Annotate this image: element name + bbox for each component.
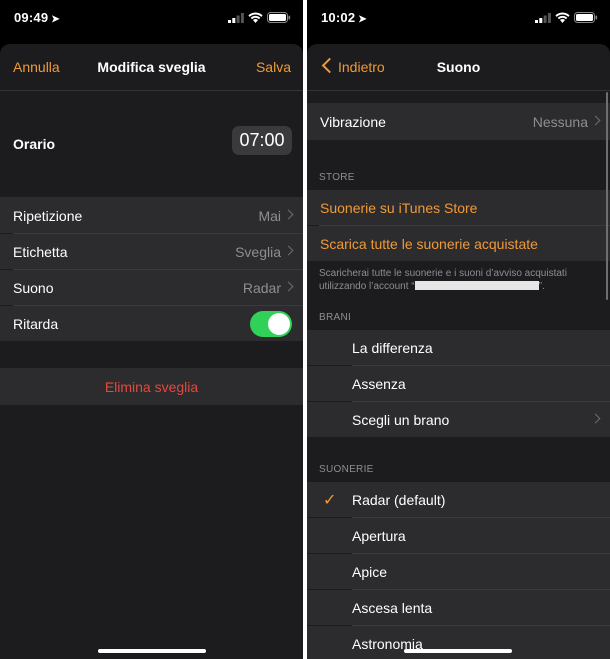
- ringtones-section-header: SUONERIE: [319, 464, 374, 475]
- battery-icon: [267, 12, 291, 23]
- snooze-toggle[interactable]: [250, 311, 292, 337]
- status-icons: [228, 12, 291, 23]
- footnote-line-2: utilizzando l’account “ ”.: [319, 280, 596, 293]
- battery-icon: [574, 12, 598, 23]
- ringtone-row[interactable]: Apice: [307, 554, 610, 589]
- repeat-label: Ripetizione: [13, 208, 83, 224]
- song-row[interactable]: La differenza: [307, 330, 610, 365]
- home-indicator: [98, 649, 206, 653]
- status-time: 09:49 ➤: [14, 10, 60, 25]
- repeat-row[interactable]: Ripetizione Mai: [0, 197, 303, 233]
- wifi-icon: [555, 12, 570, 23]
- label-row[interactable]: Etichetta Sveglia: [0, 234, 303, 269]
- nav-bar: Indietro Suono: [307, 44, 610, 91]
- chevron-right-icon: [283, 209, 294, 220]
- snooze-row: Ritarda: [0, 306, 303, 341]
- download-ringtones-row[interactable]: Scarica tutte le suonerie acquistate: [307, 226, 610, 261]
- song-label: La differenza: [352, 340, 433, 356]
- label-value: Sveglia: [235, 244, 281, 260]
- status-time: 10:02 ➤: [321, 10, 367, 25]
- status-bar: 10:02 ➤: [307, 0, 610, 40]
- chevron-right-icon: [283, 245, 294, 256]
- nav-bar: Annulla Modifica sveglia Salva: [0, 44, 303, 91]
- sound-row[interactable]: Suono Radar: [0, 270, 303, 305]
- download-ringtones-link[interactable]: Scarica tutte le suonerie acquistate: [320, 236, 538, 252]
- status-time-text: 10:02: [321, 10, 356, 25]
- ringtone-label: Radar (default): [352, 492, 446, 508]
- signal-icon: [228, 12, 244, 23]
- song-row[interactable]: Assenza: [307, 366, 610, 401]
- time-picker[interactable]: 07:00: [232, 126, 292, 155]
- songs-section-header: BRANI: [319, 312, 352, 323]
- chevron-right-icon: [283, 281, 294, 292]
- chevron-right-icon: [590, 115, 601, 126]
- save-button[interactable]: Salva: [256, 59, 291, 75]
- vibration-label: Vibrazione: [320, 114, 386, 130]
- wifi-icon: [248, 12, 263, 23]
- left-screen: 09:49 ➤ Annulla Modifica sveglia Salva Or…: [0, 0, 303, 659]
- itunes-store-link[interactable]: Suonerie su iTunes Store: [320, 200, 477, 216]
- right-screen: 10:02 ➤ Indietro Suono Vibrazione Nessuna…: [307, 0, 610, 659]
- scrollbar[interactable]: [605, 92, 608, 300]
- status-time-text: 09:49: [14, 10, 49, 25]
- toggle-knob: [268, 313, 290, 335]
- time-label: Orario: [13, 136, 56, 152]
- time-row: Orario 07:00: [0, 91, 303, 196]
- footnote-suffix: ”.: [538, 281, 545, 292]
- status-bar: 09:49 ➤: [0, 0, 303, 40]
- home-indicator: [404, 649, 512, 653]
- store-section-header: STORE: [319, 172, 355, 183]
- ringtone-row[interactable]: ✓ Radar (default): [307, 482, 610, 517]
- status-icons: [535, 12, 598, 23]
- location-arrow-icon: ➤: [358, 14, 367, 25]
- choose-song-row[interactable]: Scegli un brano: [307, 402, 610, 437]
- signal-icon: [535, 12, 551, 23]
- ringtone-label: Ascesa lenta: [352, 600, 433, 616]
- song-label: Assenza: [352, 376, 406, 392]
- delete-row: Elimina sveglia: [0, 368, 303, 405]
- edit-alarm-sheet: Annulla Modifica sveglia Salva Orario 07…: [0, 44, 303, 659]
- ringtone-label: Apertura: [352, 528, 406, 544]
- ringtone-row[interactable]: Astronomia: [307, 626, 610, 659]
- itunes-store-row[interactable]: Suonerie su iTunes Store: [307, 190, 610, 225]
- sound-sheet: Indietro Suono Vibrazione Nessuna STORE …: [307, 44, 610, 659]
- redacted-account: [414, 281, 539, 290]
- vibration-row[interactable]: Vibrazione Nessuna: [307, 103, 610, 140]
- ringtone-row[interactable]: Apertura: [307, 518, 610, 553]
- footnote-line-1: Scaricherai tutte le suonerie e i suoni …: [319, 268, 567, 279]
- ringtone-label: Apice: [352, 564, 388, 580]
- chevron-right-icon: [590, 413, 601, 424]
- snooze-label: Ritarda: [13, 316, 59, 332]
- repeat-value: Mai: [258, 208, 281, 224]
- vibration-value: Nessuna: [532, 114, 588, 130]
- footnote-prefix: utilizzando l’account “: [319, 281, 415, 292]
- location-arrow-icon: ➤: [51, 14, 60, 25]
- page-title: Suono: [436, 59, 481, 75]
- label-label: Etichetta: [13, 244, 68, 260]
- store-footnote: Scaricherai tutte le suonerie e i suoni …: [319, 267, 596, 293]
- sound-value: Radar: [242, 280, 281, 296]
- checkmark-icon: ✓: [323, 492, 337, 509]
- delete-alarm-button[interactable]: Elimina sveglia: [0, 379, 303, 395]
- choose-song-label: Scegli un brano: [352, 412, 450, 428]
- sound-label: Suono: [13, 280, 54, 296]
- ringtone-row[interactable]: Ascesa lenta: [307, 590, 610, 625]
